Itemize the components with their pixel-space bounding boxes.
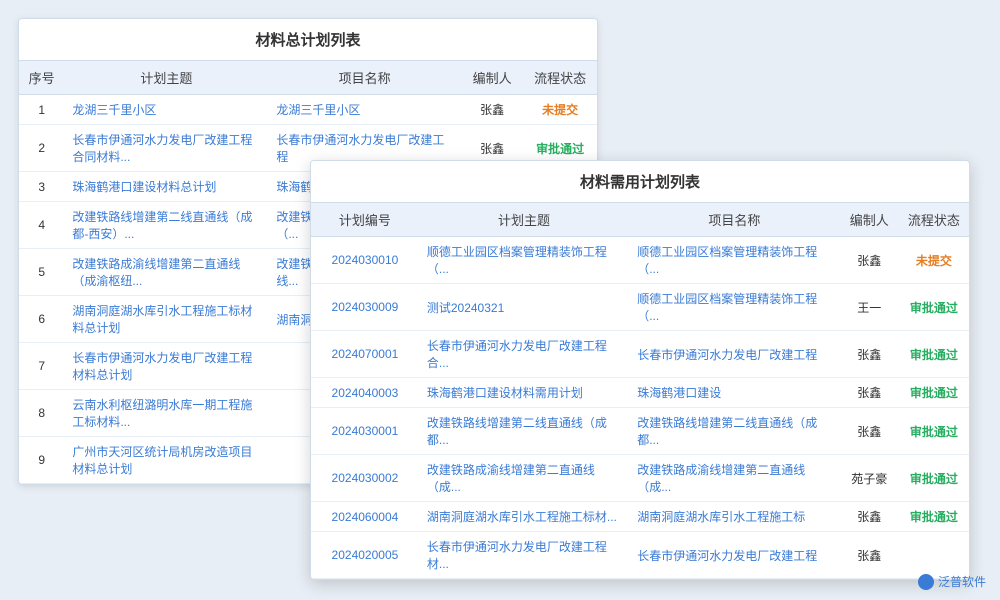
cell-status: 审批通过	[899, 408, 969, 455]
table2-col-theme: 计划主题	[419, 203, 629, 237]
cell-id: 6	[19, 296, 64, 343]
cell-theme: 顺德工业园区档案管理精装饰工程（...	[419, 237, 629, 284]
table-row[interactable]: 2024030002 改建铁路成渝线增建第二直通线（成... 改建铁路成渝线增建…	[311, 455, 969, 502]
table-row[interactable]: 2024030010 顺德工业园区档案管理精装饰工程（... 顺德工业园区档案管…	[311, 237, 969, 284]
cell-code: 2024070001	[311, 331, 419, 378]
table1-header-row: 序号 计划主题 项目名称 编制人 流程状态	[19, 61, 597, 95]
cell-author: 王一	[840, 284, 899, 331]
cell-theme: 改建铁路成渝线增建第二直通线（成...	[419, 455, 629, 502]
cell-id: 2	[19, 125, 64, 172]
cell-project: 顺德工业园区档案管理精装饰工程（...	[629, 237, 839, 284]
cell-author: 张鑫	[840, 408, 899, 455]
cell-id: 3	[19, 172, 64, 202]
cell-id: 1	[19, 95, 64, 125]
table2-title: 材料需用计划列表	[311, 161, 969, 203]
cell-id: 4	[19, 202, 64, 249]
table1-col-project: 项目名称	[268, 61, 461, 95]
cell-project: 顺德工业园区档案管理精装饰工程（...	[629, 284, 839, 331]
cell-status: 未提交	[899, 237, 969, 284]
cell-theme: 云南水利枢纽潞明水库一期工程施工标材料...	[64, 390, 268, 437]
cell-code: 2024030010	[311, 237, 419, 284]
table-row[interactable]: 2024070001 长春市伊通河水力发电厂改建工程合... 长春市伊通河水力发…	[311, 331, 969, 378]
cell-theme: 改建铁路线增建第二线直通线（成都...	[419, 408, 629, 455]
cell-id: 7	[19, 343, 64, 390]
cell-project: 改建铁路线增建第二线直通线（成都...	[629, 408, 839, 455]
cell-code: 2024060004	[311, 502, 419, 532]
cell-theme: 湖南洞庭湖水库引水工程施工标材料总计划	[64, 296, 268, 343]
cell-code: 2024020005	[311, 532, 419, 579]
table2-col-project: 项目名称	[629, 203, 839, 237]
cell-theme: 长春市伊通河水力发电厂改建工程合...	[419, 331, 629, 378]
table-row[interactable]: 2024020005 长春市伊通河水力发电厂改建工程材... 长春市伊通河水力发…	[311, 532, 969, 579]
watermark: 泛普软件	[918, 573, 986, 590]
cell-theme: 测试20240321	[419, 284, 629, 331]
cell-author: 张鑫	[840, 378, 899, 408]
cell-theme: 长春市伊通河水力发电厂改建工程材...	[419, 532, 629, 579]
table2-col-author: 编制人	[840, 203, 899, 237]
cell-status: 审批通过	[899, 502, 969, 532]
table1-col-theme: 计划主题	[64, 61, 268, 95]
table1-col-status: 流程状态	[523, 61, 597, 95]
table1-col-author: 编制人	[461, 61, 523, 95]
cell-theme: 改建铁路成渝线增建第二直通线（成渝枢纽...	[64, 249, 268, 296]
cell-theme: 长春市伊通河水力发电厂改建工程合同材料...	[64, 125, 268, 172]
cell-project: 长春市伊通河水力发电厂改建工程	[629, 331, 839, 378]
cell-author: 张鑫	[840, 331, 899, 378]
watermark-icon	[918, 574, 934, 590]
cell-theme: 珠海鹤港口建设材料需用计划	[419, 378, 629, 408]
cell-status: 审批通过	[899, 331, 969, 378]
cell-author: 苑子豪	[840, 455, 899, 502]
cell-project: 龙湖三千里小区	[268, 95, 461, 125]
cell-theme: 龙湖三千里小区	[64, 95, 268, 125]
table-row[interactable]: 2024060004 湖南洞庭湖水库引水工程施工标材... 湖南洞庭湖水库引水工…	[311, 502, 969, 532]
cell-theme: 改建铁路线增建第二线直通线（成都-西安）...	[64, 202, 268, 249]
page-wrapper: 材料总计划列表 序号 计划主题 项目名称 编制人 流程状态 1 龙湖三千里小区 …	[0, 0, 1000, 600]
cell-author: 张鑫	[840, 532, 899, 579]
cell-theme: 长春市伊通河水力发电厂改建工程材料总计划	[64, 343, 268, 390]
cell-code: 2024030001	[311, 408, 419, 455]
cell-theme: 珠海鹤港口建设材料总计划	[64, 172, 268, 202]
cell-project: 改建铁路成渝线增建第二直通线（成...	[629, 455, 839, 502]
cell-code: 2024030009	[311, 284, 419, 331]
cell-theme: 广州市天河区统计局机房改造项目材料总计划	[64, 437, 268, 484]
cell-theme: 湖南洞庭湖水库引水工程施工标材...	[419, 502, 629, 532]
cell-project: 湖南洞庭湖水库引水工程施工标	[629, 502, 839, 532]
cell-status: 审批通过	[899, 284, 969, 331]
cell-project: 珠海鹤港口建设	[629, 378, 839, 408]
cell-author: 张鑫	[461, 95, 523, 125]
cell-id: 5	[19, 249, 64, 296]
cell-status: 审批通过	[899, 455, 969, 502]
cell-code: 2024040003	[311, 378, 419, 408]
table-row[interactable]: 2024040003 珠海鹤港口建设材料需用计划 珠海鹤港口建设 张鑫 审批通过	[311, 378, 969, 408]
table1-title: 材料总计划列表	[19, 19, 597, 61]
table-row[interactable]: 2024030001 改建铁路线增建第二线直通线（成都... 改建铁路线增建第二…	[311, 408, 969, 455]
watermark-text: 泛普软件	[938, 573, 986, 590]
table1-col-id: 序号	[19, 61, 64, 95]
cell-id: 9	[19, 437, 64, 484]
cell-status	[899, 532, 969, 579]
cell-status: 审批通过	[899, 378, 969, 408]
cell-id: 8	[19, 390, 64, 437]
cell-project: 长春市伊通河水力发电厂改建工程	[629, 532, 839, 579]
cell-author: 张鑫	[840, 237, 899, 284]
cell-status: 未提交	[523, 95, 597, 125]
table-row[interactable]: 2024030009 测试20240321 顺德工业园区档案管理精装饰工程（..…	[311, 284, 969, 331]
table2-col-status: 流程状态	[899, 203, 969, 237]
table2-col-code: 计划编号	[311, 203, 419, 237]
table2-header-row: 计划编号 计划主题 项目名称 编制人 流程状态	[311, 203, 969, 237]
cell-code: 2024030002	[311, 455, 419, 502]
cell-author: 张鑫	[840, 502, 899, 532]
table2-card: 材料需用计划列表 计划编号 计划主题 项目名称 编制人 流程状态 2024030…	[310, 160, 970, 580]
table-row[interactable]: 1 龙湖三千里小区 龙湖三千里小区 张鑫 未提交	[19, 95, 597, 125]
table2: 计划编号 计划主题 项目名称 编制人 流程状态 2024030010 顺德工业园…	[311, 203, 969, 579]
